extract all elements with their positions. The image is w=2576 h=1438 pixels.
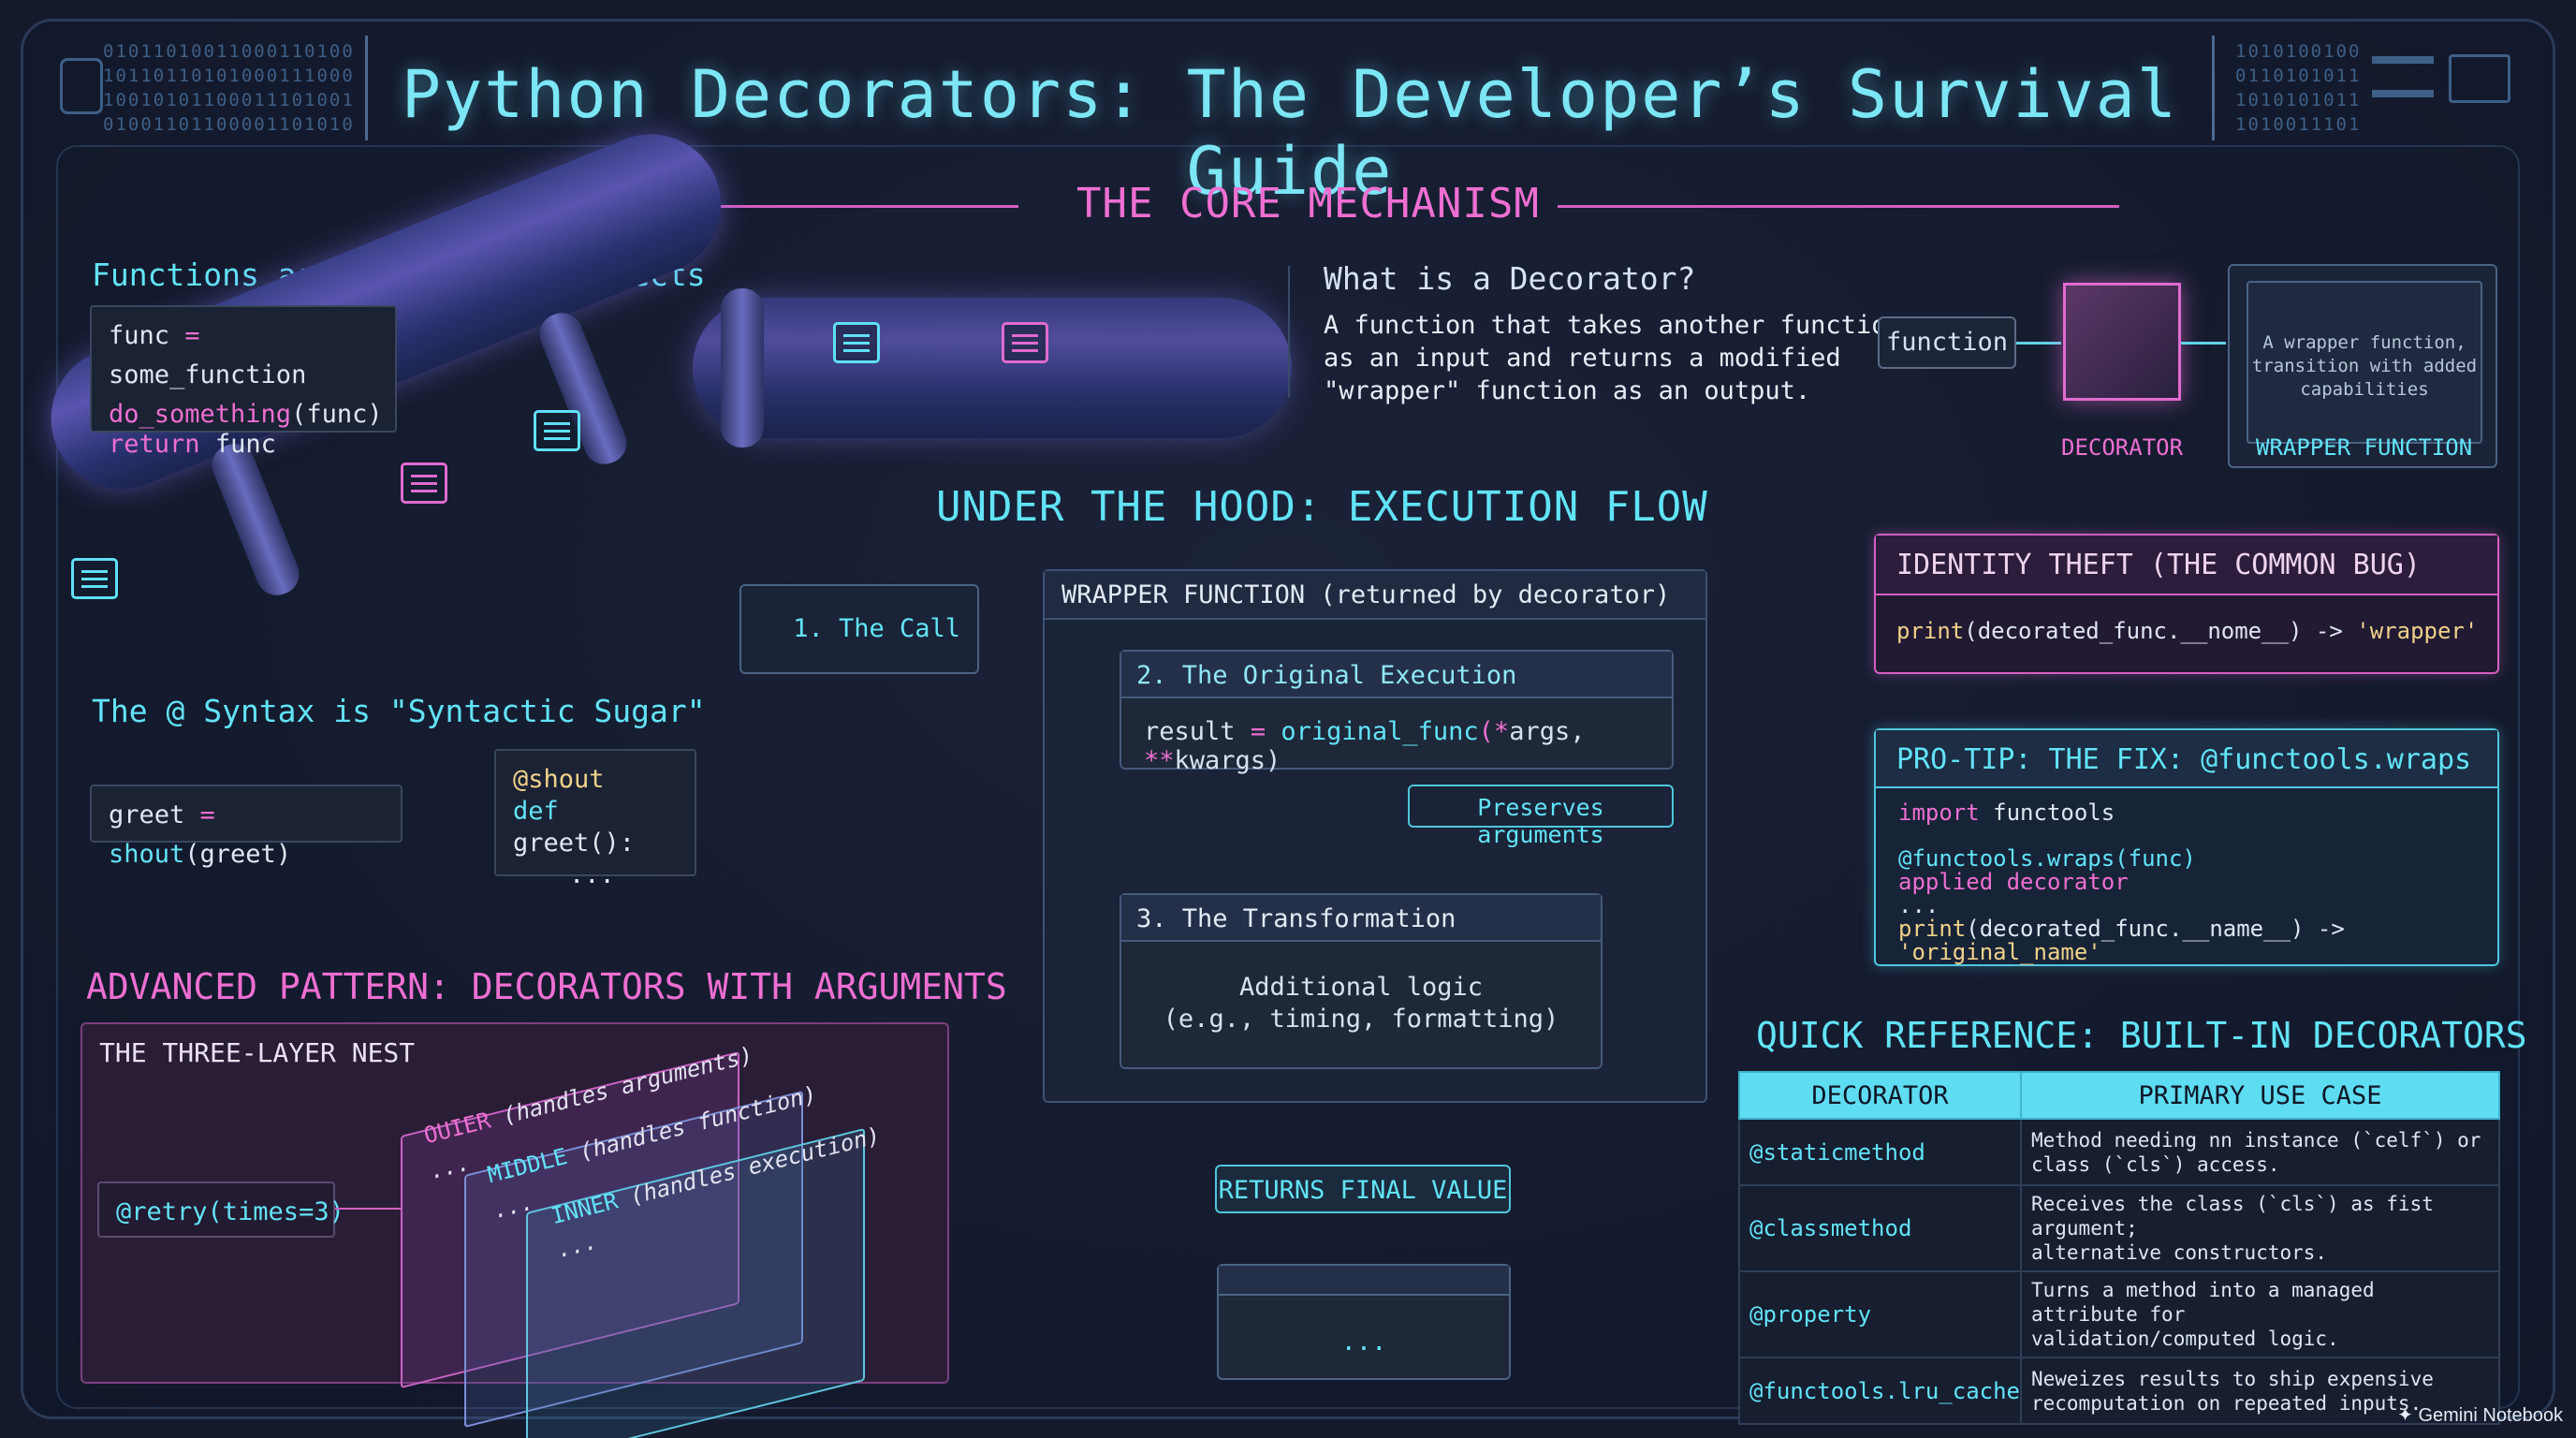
- pipe-ring: [721, 288, 764, 448]
- first-class-code: func = some_function do_something(func) …: [90, 305, 397, 459]
- col-decorator-header: DECORATOR: [1738, 1071, 2022, 1120]
- flow-heading: UNDER THE HOOD: EXECUTION FLOW: [936, 483, 1708, 531]
- table-row: @functools.lru_cache Neweizes results to…: [1738, 1357, 2501, 1425]
- menu-bars-icon: [2372, 56, 2434, 97]
- identity-theft-panel: IDENTITY THEFT (THE COMMON BUG) print(de…: [1874, 534, 2499, 674]
- reference-heading: QUICK REFERENCE: BUILT-IN DECORATORS: [1756, 1015, 2527, 1056]
- pro-tip-code: import functools @functools.wraps(func) …: [1898, 800, 2345, 965]
- sparkle-icon: ✦: [2397, 1405, 2419, 1426]
- returns-final-value-badge: RETURNS FINAL VALUE: [1215, 1165, 1511, 1213]
- decorator-cube: [2063, 283, 2181, 401]
- pro-tip-panel: PRO-TIP: THE FIX: @functools.wraps impor…: [1874, 728, 2499, 966]
- pro-tip-title: PRO-TIP: THE FIX: @functools.wraps: [1896, 743, 2472, 776]
- window-icon: [2449, 54, 2510, 103]
- decorator-label: DECORATOR: [2061, 434, 2184, 461]
- connector-line: [2016, 342, 2061, 345]
- advanced-heading: ADVANCED PATTERN: DECORATORS WITH ARGUME…: [86, 966, 1007, 1007]
- document-icon: [71, 558, 118, 599]
- binary-left: 01011010011000110100 10110110101000111000…: [103, 41, 355, 135]
- sugar-syntax-code: @shout def greet(): ...: [494, 749, 696, 889]
- step-call-box: 1. The Call: [739, 584, 979, 674]
- pipe-illustration-top: [693, 298, 1292, 438]
- table-row: @staticmethod Method needing nn instance…: [1738, 1118, 2501, 1186]
- connector-line: [335, 1208, 401, 1210]
- use-case-cell: Receives the class (`cls`) as fist argum…: [2019, 1184, 2501, 1272]
- table-row: @property Turns a method into a managed …: [1738, 1270, 2501, 1358]
- identity-theft-code: print(decorated_func.__nome__) -> 'wrapp…: [1896, 618, 2479, 644]
- connector-line: [2181, 342, 2226, 345]
- document-icon: [401, 462, 447, 504]
- col-use-case-header: PRIMARY USE CASE: [2019, 1071, 2501, 1120]
- wrapper-panel-title: WRAPPER FUNCTION (returned by decorator): [1061, 580, 1671, 609]
- document-icon: [534, 410, 580, 451]
- function-input-box: function: [1878, 316, 2016, 369]
- decorator-cell: @functools.lru_cache: [1738, 1357, 2022, 1425]
- nest-title: THE THREE-LAYER NEST: [99, 1037, 416, 1068]
- vertical-divider: [1288, 266, 1290, 397]
- final-value-box: ...: [1217, 1264, 1511, 1380]
- decorator-cell: @property: [1738, 1270, 2022, 1358]
- reference-table: DECORATOR PRIMARY USE CASE @staticmethod…: [1738, 1071, 2501, 1425]
- document-icon: [1002, 322, 1048, 363]
- binary-right: 1010100100 0110101011 1010101011 1010011101: [2235, 41, 2362, 135]
- use-case-cell: Method needing nn instance (`celf`) or cl…: [2019, 1118, 2501, 1186]
- footer-logo: ✦ Gemini Notebook: [2397, 1405, 2563, 1426]
- core-heading: THE CORE MECHANISM: [1076, 180, 1540, 227]
- use-case-cell: Turns a method into a managed attribute …: [2019, 1270, 2501, 1358]
- divider-right: [1558, 205, 2119, 208]
- retry-call-code: @retry(times=3): [97, 1181, 344, 1238]
- divider-left: [721, 205, 1018, 208]
- step-execution-box: 2. The Original Execution result = origi…: [1120, 650, 1674, 775]
- title-frame: Python Decorators: The Developer’s Survi…: [365, 36, 2215, 210]
- what-is-title: What is a Decorator?: [1324, 260, 1696, 297]
- chip-icon: [60, 58, 103, 114]
- decorator-cell: @classmethod: [1738, 1184, 2022, 1272]
- document-icon: [833, 322, 880, 363]
- wrapper-function-label: WRAPPER FUNCTION: [2256, 434, 2473, 461]
- decorator-cell: @staticmethod: [1738, 1118, 2022, 1186]
- step-transformation-box: 3. The Transformation Additional logic (…: [1120, 893, 1603, 1069]
- what-is-text: A function that takes another function a…: [1324, 311, 1902, 405]
- preserves-arguments-badge: Preserves arguments: [1408, 785, 1674, 848]
- identity-theft-title: IDENTITY THEFT (THE COMMON BUG): [1896, 549, 2421, 581]
- table-row: @classmethod Receives the class (`cls`) …: [1738, 1184, 2501, 1272]
- syntax-title: The @ Syntax is "Syntactic Sugar": [92, 693, 706, 729]
- table-header-row: DECORATOR PRIMARY USE CASE: [1738, 1071, 2501, 1120]
- plain-syntax-code: greet = shout(greet): [90, 785, 402, 869]
